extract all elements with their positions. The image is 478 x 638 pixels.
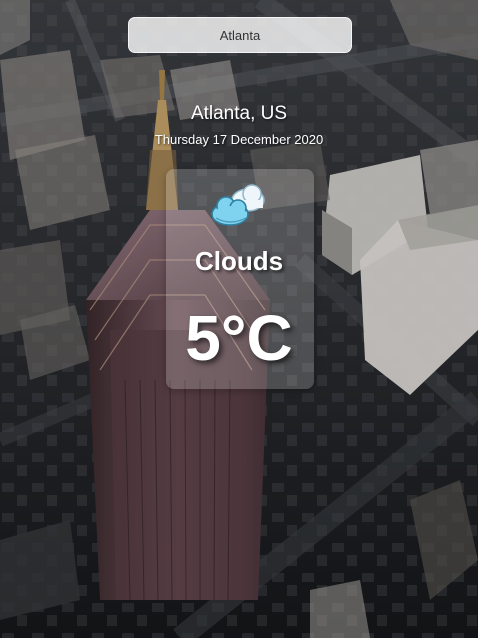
weather-app: Atlanta, US Thursday 17 December 2020 Cl…: [0, 0, 478, 638]
clouds-icon: [211, 184, 265, 226]
date-label: Thursday 17 December 2020: [154, 132, 324, 147]
city-search-input[interactable]: [128, 17, 352, 53]
location-label: Atlanta, US: [190, 103, 288, 124]
weather-condition: Clouds: [194, 246, 284, 276]
temperature-value: 5°C: [185, 302, 293, 374]
